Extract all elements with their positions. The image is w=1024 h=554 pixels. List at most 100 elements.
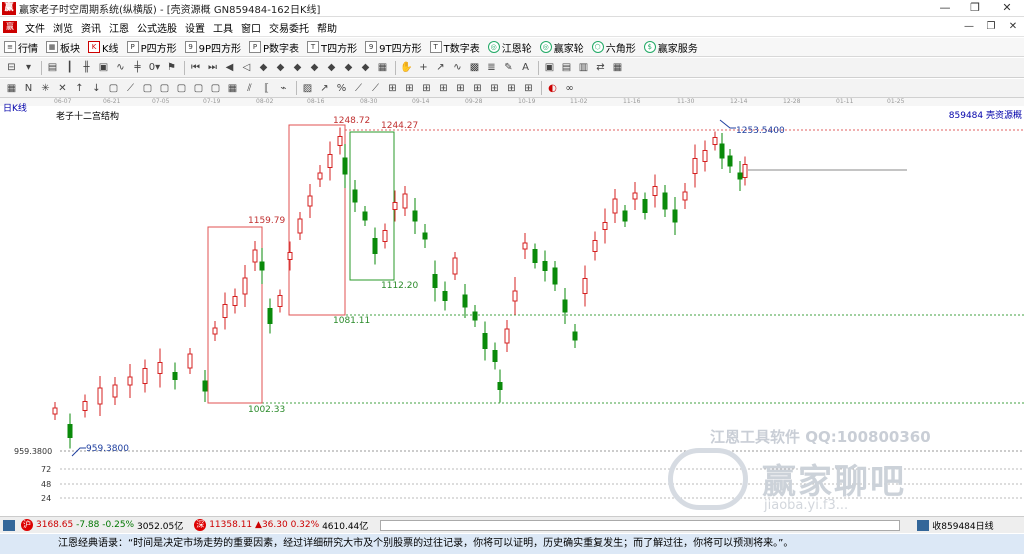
wave-icon[interactable]: ∿ <box>450 60 465 75</box>
cross-icon[interactable]: ✕ <box>55 81 70 96</box>
crosshair-icon[interactable]: + <box>416 60 431 75</box>
diamond-icon[interactable]: ◆ <box>290 60 305 75</box>
box-icon[interactable]: ▢ <box>208 81 223 96</box>
split-icon[interactable]: ⊞ <box>419 81 434 96</box>
n-icon[interactable]: N <box>21 81 36 96</box>
arrow-up-icon[interactable]: ↑ <box>72 81 87 96</box>
maximize-button[interactable]: ❐ <box>960 0 990 17</box>
chart-type-icon[interactable]: ▤ <box>45 60 60 75</box>
toolbar-service-button[interactable]: $ 赢家服务 <box>643 40 698 55</box>
toolbar-winner-wheel-button[interactable]: ◎ 赢家轮 <box>539 40 584 55</box>
arrow-down-icon[interactable]: ↓ <box>89 81 104 96</box>
flag-icon[interactable]: ⚑ <box>164 60 179 75</box>
index-sh[interactable]: 沪 3168.65 -7.88 -0.25% 3052.05亿 <box>0 519 183 532</box>
split-icon[interactable]: ⊞ <box>504 81 519 96</box>
toolbar-kline-button[interactable]: K K线 <box>88 40 119 55</box>
diamond-icon[interactable]: ◆ <box>324 60 339 75</box>
toolbar-sectors-button[interactable]: ▦ 板块 <box>46 40 80 55</box>
diagonal-icon[interactable]: ⟋ <box>368 81 383 96</box>
toolbar-hexagon-button[interactable]: ⬡ 六角形 <box>591 40 636 55</box>
text-icon[interactable]: A <box>518 60 533 75</box>
star-icon[interactable]: ✳ <box>38 81 53 96</box>
report-icon[interactable]: ▥ <box>576 60 591 75</box>
split-icon[interactable]: ⊞ <box>453 81 468 96</box>
gift-icon[interactable]: ▩ <box>467 60 482 75</box>
left-icon[interactable]: ◁ <box>239 60 254 75</box>
dropdown-arrow-icon[interactable]: ▾ <box>21 60 36 75</box>
hand-icon[interactable]: ✋ <box>399 60 414 75</box>
split-icon[interactable]: ⊞ <box>521 81 536 96</box>
fan-icon[interactable]: ⟋ <box>123 81 138 96</box>
signal-icon[interactable]: ⌁ <box>276 81 291 96</box>
menu-help[interactable]: 帮助 <box>313 20 341 35</box>
trend-lines-icon[interactable]: ⫽ <box>242 81 257 96</box>
color-wheel-icon[interactable]: ◐ <box>545 81 560 96</box>
trend-icon[interactable]: ↗ <box>317 81 332 96</box>
toolbar-t-square-button[interactable]: T T四方形 <box>307 40 357 55</box>
diamond-icon[interactable]: ◆ <box>256 60 271 75</box>
mdi-minimize-button[interactable]: — <box>958 18 980 36</box>
menu-settings[interactable]: 设置 <box>181 20 209 35</box>
menu-tools[interactable]: 工具 <box>209 20 237 35</box>
image-icon[interactable]: ▣ <box>542 60 557 75</box>
diamond-icon[interactable]: ◆ <box>273 60 288 75</box>
menu-file[interactable]: 文件 <box>21 20 49 35</box>
minimize-button[interactable]: — <box>930 0 960 17</box>
trend-up-icon[interactable]: ↗ <box>433 60 448 75</box>
diamond-icon[interactable]: ◆ <box>341 60 356 75</box>
square-grid-icon[interactable]: ▦ <box>4 81 19 96</box>
toolbar-p-square-button[interactable]: P P四方形 <box>126 40 177 55</box>
menu-info[interactable]: 资讯 <box>77 20 105 35</box>
prev-icon[interactable]: ◀ <box>222 60 237 75</box>
ticker-scroll-area[interactable] <box>380 519 901 531</box>
last-icon[interactable]: ⏭ <box>205 60 220 75</box>
toolbar-9t-square-button[interactable]: 9 9T四方形 <box>365 40 422 55</box>
fib-icon[interactable]: ≣ <box>484 60 499 75</box>
calendar-icon[interactable]: ▦ <box>610 60 625 75</box>
gradient-icon[interactable]: ▨ <box>300 81 315 96</box>
split-icon[interactable]: ⊞ <box>436 81 451 96</box>
mdi-restore-button[interactable]: ❐ <box>980 18 1002 36</box>
box-icon[interactable]: ▢ <box>106 81 121 96</box>
save-icon[interactable]: ▤ <box>559 60 574 75</box>
menu-gann[interactable]: 江恩 <box>105 20 133 35</box>
palette-icon[interactable]: ✎ <box>501 60 516 75</box>
brackets-icon[interactable]: ⟦ <box>259 81 274 96</box>
line-chart-icon[interactable]: ∿ <box>113 60 128 75</box>
menu-trade[interactable]: 交易委托 <box>265 20 313 35</box>
infinity-icon[interactable]: ∞ <box>562 81 577 96</box>
split-icon[interactable]: ⊞ <box>487 81 502 96</box>
diamond-icon[interactable]: ◆ <box>307 60 322 75</box>
toolbar-gann-wheel-button[interactable]: ◎ 江恩轮 <box>487 40 532 55</box>
ohlc-icon[interactable]: ╪ <box>130 60 145 75</box>
menu-browse[interactable]: 浏览 <box>49 20 77 35</box>
index-sz[interactable]: 深 11358.11 ▲36.30 0.32% 4610.44亿 <box>191 519 368 532</box>
grid-icon[interactable]: ▦ <box>225 81 240 96</box>
box-icon[interactable]: ▢ <box>157 81 172 96</box>
split-icon[interactable]: ⊞ <box>385 81 400 96</box>
table-icon[interactable]: ▦ <box>375 60 390 75</box>
first-icon[interactable]: ⏮ <box>188 60 203 75</box>
box-icon[interactable]: ▢ <box>140 81 155 96</box>
toolbar-p-table-button[interactable]: P P数字表 <box>249 40 299 55</box>
zero-dropdown-icon[interactable]: 0▾ <box>147 60 162 75</box>
toolbar-9p-square-button[interactable]: 9 9P四方形 <box>184 40 241 55</box>
close-button[interactable]: ✕ <box>990 0 1024 17</box>
candle-icon[interactable]: ┃ <box>62 60 77 75</box>
menu-formula[interactable]: 公式选股 <box>133 20 181 35</box>
kline-chart[interactable]: 1248.72 1244.27 1253.5400 1159.79 1112.2… <box>0 106 1024 514</box>
mdi-close-button[interactable]: ✕ <box>1002 18 1024 36</box>
toolbar-t-table-button[interactable]: T T数字表 <box>429 40 480 55</box>
box-icon[interactable]: ▢ <box>174 81 189 96</box>
diamond-icon[interactable]: ◆ <box>358 60 373 75</box>
bars-icon[interactable]: ╫ <box>79 60 94 75</box>
box-icon[interactable]: ▢ <box>191 81 206 96</box>
toolbar-quotes-button[interactable]: ≡ 行情 <box>4 40 38 55</box>
diagonal-icon[interactable]: ⟋ <box>351 81 366 96</box>
split-icon[interactable]: ⊞ <box>402 81 417 96</box>
window-icon[interactable]: ▣ <box>96 60 111 75</box>
percent-icon[interactable]: % <box>334 81 349 96</box>
connect-icon[interactable]: ⇄ <box>593 60 608 75</box>
split-icon[interactable]: ⊞ <box>470 81 485 96</box>
menu-window[interactable]: 窗口 <box>237 20 265 35</box>
